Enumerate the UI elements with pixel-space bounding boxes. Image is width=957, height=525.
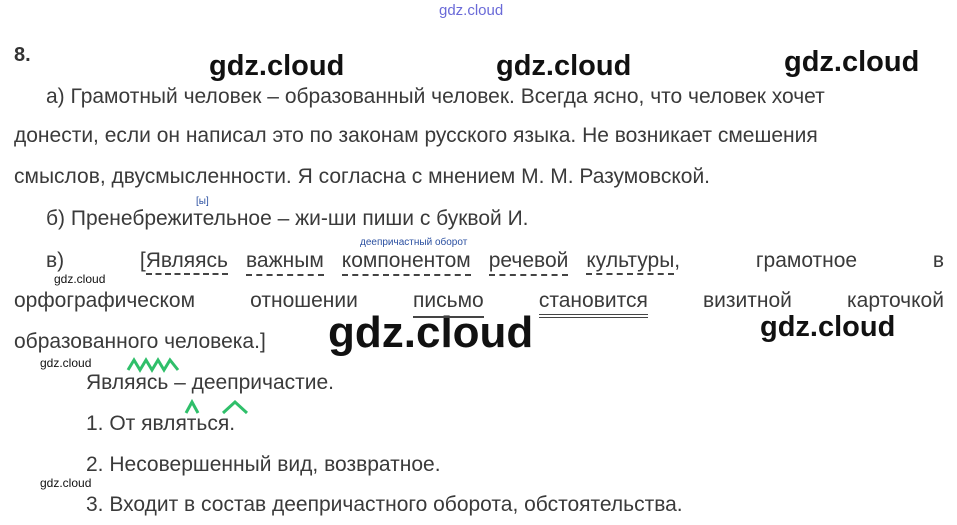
para-a-line-3: смыслов, двусмысленности. Я согласна с м…	[14, 165, 711, 188]
task-number: 8.	[14, 44, 31, 66]
para-b-text: б) Пренебрежительное – жи-ши пиши с букв…	[46, 207, 529, 230]
analysis-item-2: 2. Несовершенный вид, возвратное.	[86, 453, 441, 476]
watermark-1: gdz.cloud	[209, 50, 345, 82]
word-otnoshenii: отношении	[250, 289, 358, 312]
para-c-line-3: образованного человека.]	[14, 330, 266, 353]
analysis-item-1: 1. От являться.	[86, 412, 235, 436]
analysis-title: Являясь – деепричастие.	[86, 371, 334, 395]
watermark-small-3: gdz.cloud	[40, 476, 92, 490]
word-rechevoy: речевой	[488, 249, 569, 276]
word-kultury: культуры	[586, 249, 675, 275]
word-orfograficheskom: орфографическом	[14, 289, 196, 312]
zigzag-mark-icon	[126, 357, 180, 373]
word-komponentom: компонентом	[341, 249, 471, 276]
para-a-line-1: а) Грамотный человек – образованный чело…	[46, 85, 825, 108]
word-v: в	[932, 249, 944, 272]
watermark-2: gdz.cloud	[496, 50, 632, 82]
analysis-item-3: 3. Входит в состав деепричастного оборот…	[86, 493, 683, 516]
para-c-line-2: орфографическом отношении письмо станови…	[14, 289, 944, 318]
word-vizitnoy: визитной	[703, 289, 792, 312]
word-gramotnoe: грамотное	[755, 249, 858, 272]
para-c-line-1: в) [Являясь важным компонентом речевой к…	[46, 249, 944, 276]
word-yavlyayas: Являясь	[145, 249, 228, 275]
comma: ,	[674, 249, 681, 272]
word-pismo-subject: письмо	[413, 289, 484, 318]
para-a-line-2: донести, если он написал это по законам …	[14, 124, 818, 147]
word-stanovitsya-predicate: становится	[538, 289, 648, 318]
word-kartochkoy: карточкой	[847, 289, 944, 312]
item-1-end: .	[229, 412, 236, 435]
watermark-top: gdz.cloud	[439, 2, 504, 19]
item-1-prefix: 1. От	[86, 412, 142, 435]
para-b-note: [ы]	[196, 196, 209, 207]
analysis-rest: – деепричастие.	[168, 371, 335, 394]
analysis-word: Являясь	[86, 371, 169, 394]
watermark-3: gdz.cloud	[784, 46, 920, 78]
para-c-participle-phrase: [Являясь важным компонентом речевой куль…	[140, 249, 680, 276]
item-1-word: являться	[141, 412, 230, 435]
bracket-open: [	[139, 249, 146, 272]
para-c-label: в)	[46, 249, 65, 272]
word-vazhnym: важным	[246, 249, 324, 276]
para-c-note: деепричастный оборот	[360, 237, 468, 248]
watermark-small-2: gdz.cloud	[40, 356, 92, 370]
